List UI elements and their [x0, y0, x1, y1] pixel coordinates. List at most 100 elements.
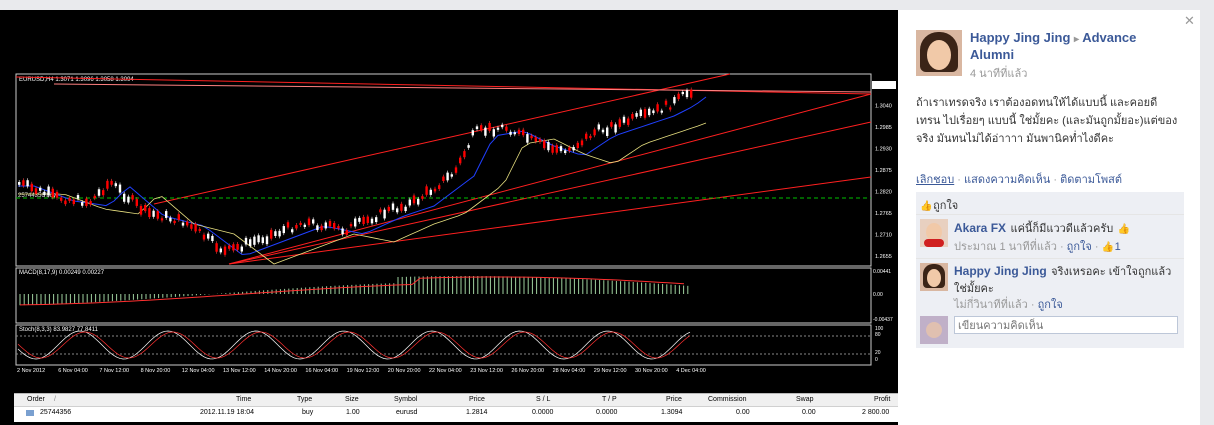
candle-body — [685, 90, 689, 98]
price-axis-label: 1.2820 — [875, 190, 892, 196]
col-current-price[interactable]: Price — [666, 396, 682, 403]
candle-body — [610, 122, 613, 127]
candle-body — [433, 188, 437, 192]
candle-body — [690, 89, 693, 98]
order-size: 1.00 — [346, 409, 360, 416]
candle-body — [551, 145, 554, 153]
post-actions: เลิกชอบ · แสดงความคิดเห็น · ติดตามโพสต์ — [916, 170, 1122, 188]
col-sl[interactable]: S / L — [536, 396, 550, 403]
like-summary-label[interactable]: ถูกใจ — [933, 200, 958, 212]
col-sort: / — [54, 396, 56, 403]
candle-body — [631, 114, 634, 119]
candle-body — [643, 109, 647, 118]
author-avatar[interactable] — [916, 30, 962, 76]
author-name[interactable]: Happy Jing Jing — [970, 30, 1070, 45]
candle-body — [127, 196, 130, 203]
candle-body — [114, 183, 117, 187]
comment-time[interactable]: ไม่กี่วินาทีที่แล้ว — [954, 299, 1028, 311]
comment-like-link[interactable]: ถูกใจ — [1038, 299, 1063, 311]
candle-body — [606, 127, 609, 136]
candle-body — [228, 245, 231, 249]
candle-body — [349, 224, 353, 227]
candle-body — [270, 229, 273, 239]
time-axis-label: 14 Nov 20:00 — [264, 368, 297, 374]
candle-body — [278, 230, 281, 237]
candle-body — [202, 234, 206, 240]
candle-body — [480, 125, 483, 131]
time-axis-label: 2 Nov 2012 — [17, 368, 45, 374]
commenter-name[interactable]: Happy Jing Jing — [954, 264, 1047, 278]
candle-body — [467, 145, 470, 148]
candle-body — [43, 191, 46, 196]
col-size[interactable]: Size — [345, 396, 359, 403]
comment-input-placeholder: เขียนความคิดเห็น — [958, 320, 1044, 332]
candle-body — [622, 116, 626, 123]
time-axis-label: 28 Nov 04:00 — [553, 368, 586, 374]
col-type[interactable]: Type — [297, 396, 312, 403]
candle-body — [517, 129, 521, 135]
candle-body — [564, 150, 567, 154]
price-axis-label: 1.2985 — [875, 125, 892, 131]
comment-like-count[interactable]: 1 — [1115, 241, 1121, 253]
thumbs-up-icon: 👍 — [1101, 242, 1115, 253]
col-order[interactable]: Order — [27, 396, 45, 403]
unlike-link[interactable]: เลิกชอบ — [916, 174, 954, 186]
current-price-tag — [872, 81, 896, 89]
candle-body — [652, 110, 655, 114]
comment-meta: ประมาณ 1 นาทีที่แล้ว · ถูกใจ · 👍 1 — [954, 237, 1121, 255]
col-profit[interactable]: Profit — [874, 396, 890, 403]
time-axis-label: 12 Nov 04:00 — [182, 368, 215, 374]
col-price[interactable]: Price — [469, 396, 485, 403]
candle-body — [543, 140, 546, 149]
candle-body — [68, 197, 71, 201]
candle-body — [333, 223, 336, 229]
candle-body — [186, 221, 189, 226]
candle-body — [123, 193, 126, 202]
candle-body — [190, 224, 193, 229]
commenter-avatar[interactable] — [920, 219, 948, 247]
col-symbol[interactable]: Symbol — [394, 396, 417, 403]
action-separator: · — [1053, 174, 1058, 186]
terminal-order-row[interactable]: 25744356 2012.11.19 18:04 buy 1.00 eurus… — [14, 407, 898, 420]
candle-body — [681, 91, 684, 95]
col-commission[interactable]: Commission — [708, 396, 747, 403]
candle-body — [559, 146, 563, 152]
macd-axis-label: 0.00 — [873, 292, 883, 298]
candle-body — [412, 195, 416, 204]
trend-line — [53, 83, 872, 93]
candle-body — [358, 217, 361, 222]
col-tp[interactable]: T / P — [602, 396, 617, 403]
candle-body — [475, 126, 479, 130]
candle-body — [593, 129, 596, 136]
comment-time[interactable]: ประมาณ 1 นาทีที่แล้ว — [954, 241, 1057, 253]
meta-separator: · — [1059, 241, 1064, 253]
candle-body — [660, 110, 663, 113]
close-icon[interactable]: ✕ — [1184, 13, 1195, 29]
candle-body — [572, 146, 575, 151]
commenter-name[interactable]: Akara FX — [954, 221, 1006, 235]
comment-like-link[interactable]: ถูกใจ — [1067, 241, 1092, 253]
post-time[interactable]: 4 นาทีที่แล้ว — [970, 64, 1027, 82]
comment-link[interactable]: แสดงความคิดเห็น — [964, 174, 1050, 186]
macd-pane-frame — [15, 267, 872, 324]
candle-body — [81, 202, 84, 206]
follow-link[interactable]: ติดตามโพสต์ — [1060, 174, 1122, 186]
comment-input[interactable]: เขียนความคิดเห็น — [954, 316, 1178, 334]
candle-body — [118, 184, 122, 193]
macd-axis-label: 0.00441 — [873, 269, 891, 275]
time-axis-label: 29 Nov 12:00 — [594, 368, 627, 374]
candle-body — [425, 186, 428, 195]
col-time[interactable]: Time — [236, 396, 251, 403]
candle-body — [173, 220, 176, 224]
candle-body — [307, 218, 311, 226]
action-separator: · — [957, 174, 961, 186]
commenter-avatar[interactable] — [920, 263, 948, 291]
trend-line — [228, 121, 872, 265]
candle-body — [60, 197, 63, 201]
candle-body — [320, 225, 323, 231]
col-swap[interactable]: Swap — [796, 396, 814, 403]
candle-body — [303, 224, 306, 227]
candle-body — [55, 191, 59, 198]
candle-body — [194, 223, 197, 232]
trend-line — [228, 176, 872, 265]
